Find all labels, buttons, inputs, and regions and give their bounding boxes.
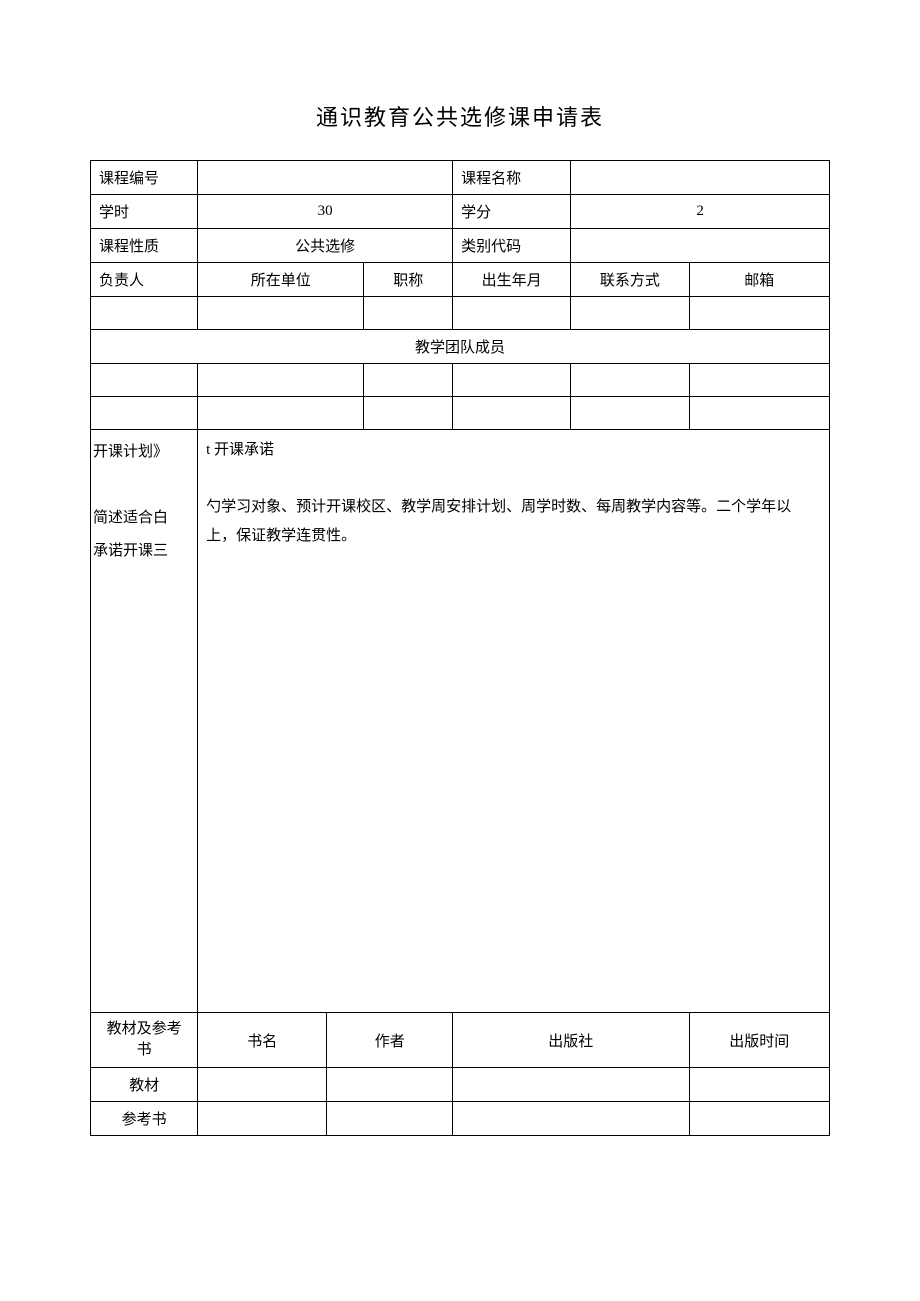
label-course-code: 课程编号 [91,161,198,195]
label-credits: 学分 [453,195,571,229]
team-2-2 [364,397,453,430]
label-reference-row: 参考书 [91,1102,198,1136]
page-title: 通识教育公共选修课申请表 [90,100,830,132]
label-pub-time: 出版时间 [689,1013,829,1068]
value-contact [571,297,689,330]
label-unit: 所在单位 [198,263,364,297]
row-course-code-name: 课程编号 课程名称 [91,161,830,195]
textbook-author [327,1068,453,1102]
team-2-4 [571,397,689,430]
label-birth: 出生年月 [453,263,571,297]
value-hours: 30 [198,195,453,229]
value-category-code [571,229,830,263]
team-1-5 [689,364,829,397]
value-title-rank [364,297,453,330]
value-email [689,297,829,330]
reference-publisher [453,1102,689,1136]
value-leader [91,297,198,330]
team-1-3 [453,364,571,397]
label-textbooks: 教材及参考 书 [91,1013,198,1068]
label-publisher: 出版社 [453,1013,689,1068]
reference-name [198,1102,327,1136]
row-leader-header: 负责人 所在单位 职称 出生年月 联系方式 邮箱 [91,263,830,297]
label-email: 邮箱 [689,263,829,297]
label-hours: 学时 [91,195,198,229]
textbook-name [198,1068,327,1102]
value-course-nature: 公共选修 [198,229,453,263]
row-plan: 开课计划》 简述适合白 承诺开课三 t 开课承诺 勺学习对象、预计开课校区、教学… [91,430,830,1013]
label-category-code: 类别代码 [453,229,571,263]
value-unit [198,297,364,330]
reference-author [327,1102,453,1136]
row-team-header: 教学团队成员 [91,330,830,364]
reference-pub-time [689,1102,829,1136]
team-2-0 [91,397,198,430]
team-2-1 [198,397,364,430]
label-team-members: 教学团队成员 [91,330,830,364]
row-books-header: 教材及参考 书 书名 作者 出版社 出版时间 [91,1013,830,1068]
application-form-table: 课程编号 课程名称 学时 30 学分 2 课程性质 公共选修 类别代码 负责人 … [90,160,830,1136]
row-nature-category: 课程性质 公共选修 类别代码 [91,229,830,263]
value-credits: 2 [571,195,830,229]
value-birth [453,297,571,330]
label-book-name: 书名 [198,1013,327,1068]
row-textbook: 教材 [91,1068,830,1102]
team-1-4 [571,364,689,397]
label-textbook-row: 教材 [91,1068,198,1102]
label-plan: 开课计划》 简述适合白 承诺开课三 [91,430,198,1013]
team-2-3 [453,397,571,430]
team-1-1 [198,364,364,397]
row-reference: 参考书 [91,1102,830,1136]
team-2-5 [689,397,829,430]
textbook-publisher [453,1068,689,1102]
label-leader: 负责人 [91,263,198,297]
textbook-pub-time [689,1068,829,1102]
label-course-nature: 课程性质 [91,229,198,263]
row-hours-credits: 学时 30 学分 2 [91,195,830,229]
row-leader-values [91,297,830,330]
label-contact: 联系方式 [571,263,689,297]
team-1-0 [91,364,198,397]
label-title-rank: 职称 [364,263,453,297]
value-plan: t 开课承诺 勺学习对象、预计开课校区、教学周安排计划、周学时数、每周教学内容等… [198,430,830,1013]
label-author: 作者 [327,1013,453,1068]
row-team-1 [91,364,830,397]
row-team-2 [91,397,830,430]
value-course-name [571,161,830,195]
value-course-code [198,161,453,195]
team-1-2 [364,364,453,397]
label-course-name: 课程名称 [453,161,571,195]
